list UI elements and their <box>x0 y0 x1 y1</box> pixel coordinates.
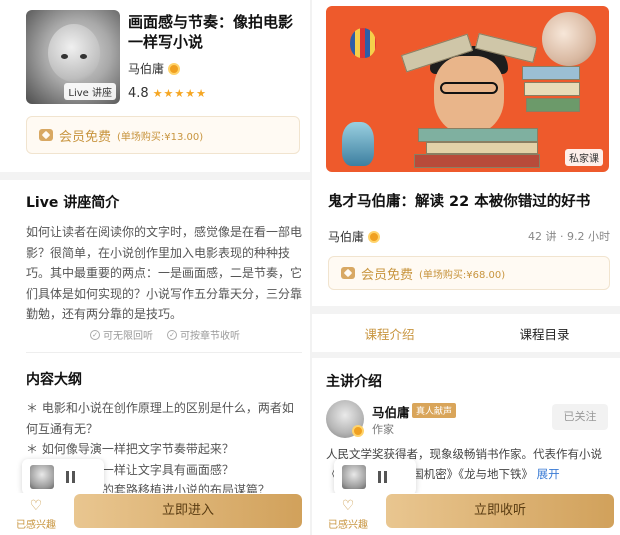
divider <box>26 352 302 353</box>
voice-tag: 真人献声 <box>412 403 457 418</box>
course-detail-live: Live 讲座 画面感与节奏：像拍电影一样写小说 马伯庸 4.8 ★★★★★ 会… <box>0 0 310 535</box>
author-row[interactable]: 马伯庸 <box>128 60 181 77</box>
balloon-decor <box>350 28 376 58</box>
course-title: 画面感与节奏：像拍电影一样写小说 <box>128 13 294 51</box>
interest-button[interactable]: ♡ 已感兴趣 <box>10 495 62 532</box>
tab-course-catalog[interactable]: 课程目录 <box>467 320 620 356</box>
book-decor <box>526 98 580 112</box>
course-detail-private: 私家课 鬼才马伯庸：解读 22 本被你错过的好书 马伯庸 42 讲 · 9.2 … <box>312 0 620 535</box>
crown-icon <box>39 129 53 141</box>
speaker-role: 作家 <box>372 423 394 436</box>
member-free-label: 会员免费 <box>59 129 112 145</box>
feature-tag: ✓ 可按章节收听 <box>167 327 240 342</box>
member-free-label: 会员免费 <box>361 267 414 283</box>
verified-icon <box>168 62 181 75</box>
pause-icon[interactable] <box>66 471 75 483</box>
check-icon: ✓ <box>90 329 100 340</box>
single-price: (单场购买:¥13.00) <box>117 131 204 143</box>
outline-item: ＊ 电影和小说在创作原理上的区别是什么，两者如何互通有无？ <box>26 401 294 436</box>
mini-player[interactable] <box>334 459 416 495</box>
listen-button[interactable]: 立即收听 <box>386 494 614 528</box>
book-decor <box>414 154 540 168</box>
enter-button[interactable]: 立即进入 <box>74 494 302 528</box>
outline-heading: 内容大纲 <box>26 372 82 388</box>
glasses-decor <box>440 82 498 94</box>
rating: 4.8 ★★★★★ <box>128 86 207 101</box>
section-divider <box>0 172 310 180</box>
course-banner[interactable]: 私家课 <box>326 6 609 172</box>
course-meta: 42 讲 · 9.2 小时 <box>528 230 610 243</box>
intro-heading: Live 讲座简介 <box>26 195 120 211</box>
book-decor <box>418 128 538 142</box>
outline-item: ＊ 如何像导演一样把文字节奏带起来？ <box>26 442 234 456</box>
expand-link[interactable]: 展开 <box>537 467 560 481</box>
heart-icon: ♡ <box>341 498 355 514</box>
section-divider <box>312 352 620 358</box>
interest-button[interactable]: ♡ 已感兴趣 <box>322 495 374 532</box>
heart-icon: ♡ <box>29 498 43 514</box>
speaker-name[interactable]: 马伯庸 <box>372 402 410 421</box>
feature-tag: ✓ 可无限回听 <box>90 327 153 342</box>
live-badge: Live 讲座 <box>64 83 116 100</box>
tab-course-intro[interactable]: 课程介绍 <box>312 320 467 356</box>
author-row[interactable]: 马伯庸 <box>328 228 381 245</box>
course-cover[interactable]: Live 讲座 <box>26 10 120 104</box>
section-divider <box>312 306 620 314</box>
book-decor <box>522 66 580 80</box>
interest-label: 已感兴趣 <box>328 520 368 531</box>
author-name[interactable]: 马伯庸 <box>328 228 364 245</box>
cover-eye <box>61 54 68 59</box>
speaker-heading: 主讲介绍 <box>326 374 382 390</box>
cover-eye <box>80 54 87 59</box>
verified-icon <box>368 230 381 243</box>
course-tabs: 课程介绍 课程目录 <box>312 320 620 356</box>
feature-tag-label: 可无限回听 <box>103 331 153 342</box>
rating-stars: ★★★★★ <box>152 87 207 100</box>
book-decor <box>524 82 580 96</box>
book-decor <box>426 142 538 154</box>
rating-value: 4.8 <box>128 86 149 101</box>
player-cover[interactable] <box>30 465 54 489</box>
feature-tag-label: 可按章节收听 <box>180 331 240 342</box>
follow-button[interactable]: 已关注 <box>552 404 608 430</box>
intro-text: 如何让读者在阅读你的文字时，感觉像是在看一部电影？很简单，在小说创作里加入电影表… <box>26 225 303 321</box>
course-title: 鬼才马伯庸：解读 22 本被你错过的好书 <box>328 194 591 210</box>
author-portrait <box>434 56 504 134</box>
check-icon: ✓ <box>167 329 177 340</box>
feature-tags: ✓ 可无限回听 ✓ 可按章节收听 <box>90 327 240 342</box>
private-course-badge: 私家课 <box>565 149 603 166</box>
pause-icon[interactable] <box>378 471 387 483</box>
verified-icon <box>352 425 364 437</box>
single-price: (单场购买:¥68.00) <box>419 269 506 281</box>
author-name[interactable]: 马伯庸 <box>128 60 164 77</box>
mini-player[interactable] <box>22 459 104 495</box>
interest-label: 已感兴趣 <box>16 520 56 531</box>
member-free-box[interactable]: 会员免费 (单场购买:¥13.00) <box>26 116 300 154</box>
bottom-bar: ♡ 已感兴趣 立即进入 <box>0 493 310 535</box>
member-free-box[interactable]: 会员免费 (单场购买:¥68.00) <box>328 256 610 290</box>
cover-portrait <box>48 24 100 82</box>
player-cover[interactable] <box>342 465 366 489</box>
planet-decor <box>542 12 596 66</box>
vase-decor <box>342 122 374 166</box>
crown-icon <box>341 267 355 279</box>
bottom-bar: ♡ 已感兴趣 立即收听 <box>312 493 620 535</box>
